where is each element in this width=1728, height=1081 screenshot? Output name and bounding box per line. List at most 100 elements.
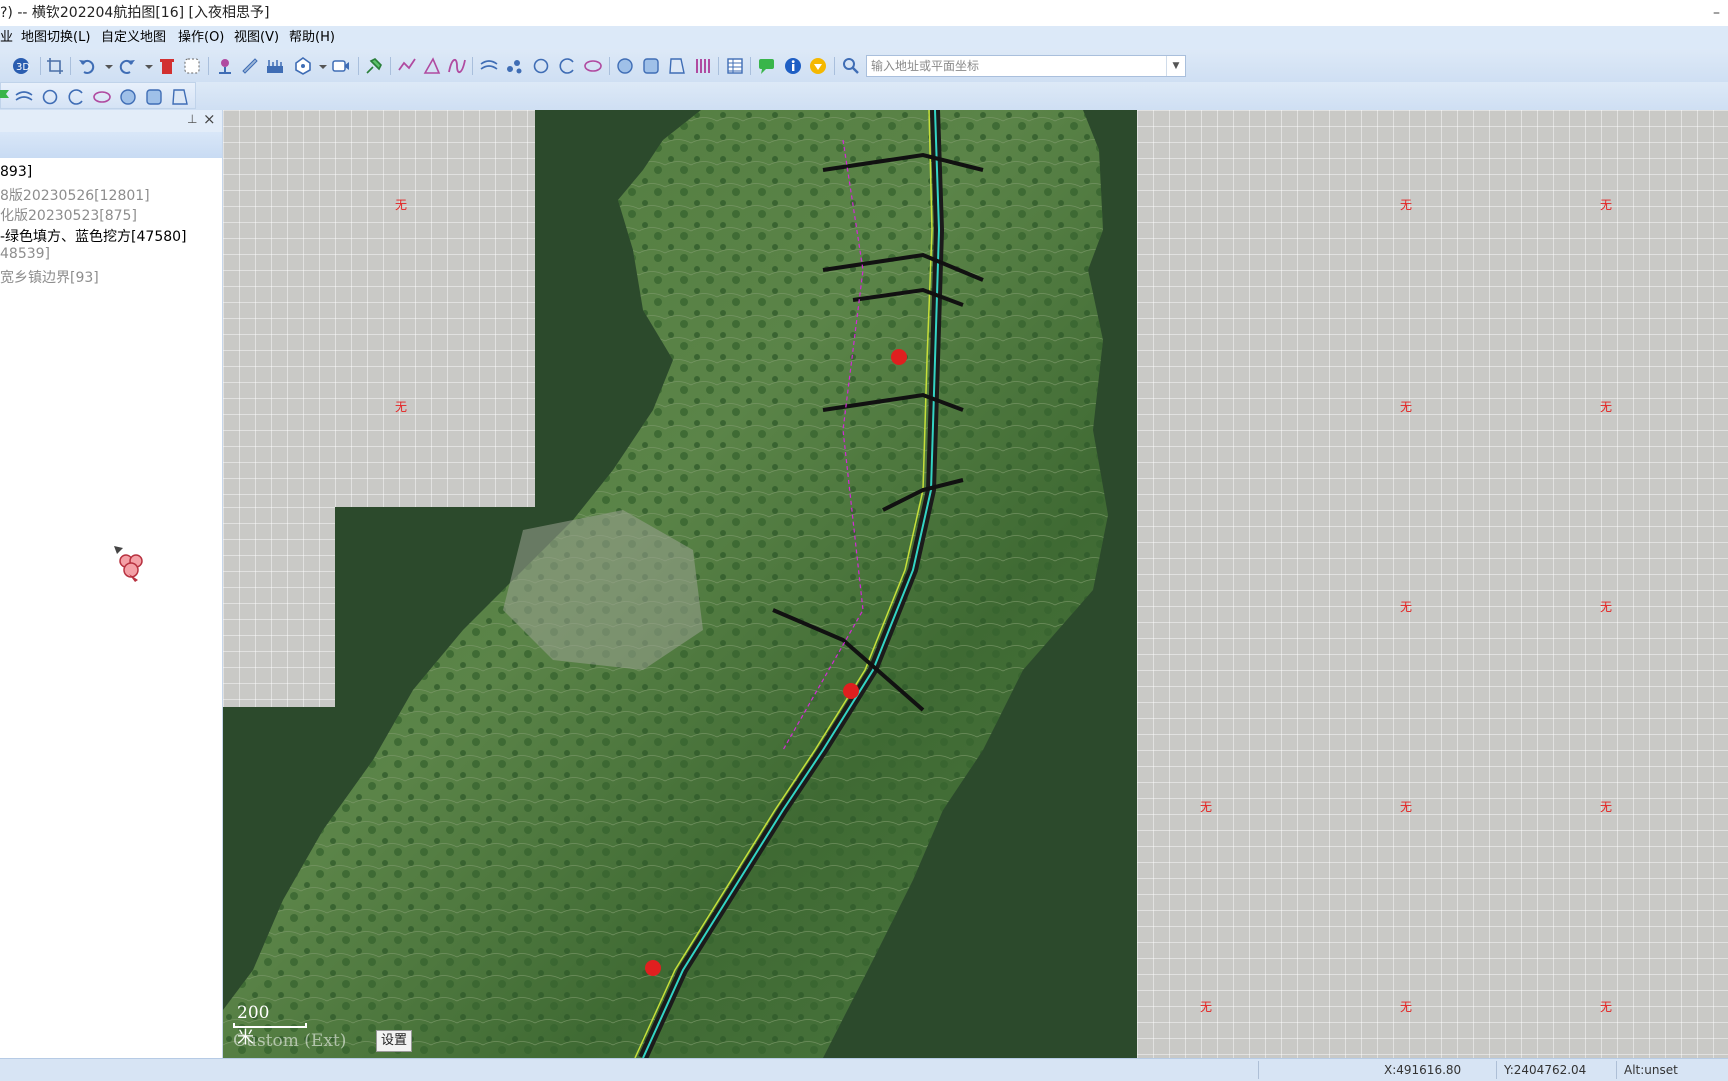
dropdown-arrow-icon[interactable] xyxy=(140,57,158,75)
search-placeholder: 输入地址或平面坐标 xyxy=(871,59,980,73)
settings-button[interactable]: 设置 xyxy=(376,1030,412,1052)
status-altitude: Alt:unset xyxy=(1624,1063,1678,1077)
curve-icon[interactable] xyxy=(448,57,466,75)
delete-icon[interactable] xyxy=(158,57,176,75)
camera-icon[interactable] xyxy=(332,57,350,75)
ruler-icon[interactable] xyxy=(241,57,259,75)
drawing-toolbar xyxy=(0,82,1728,110)
circle-icon[interactable] xyxy=(532,57,550,75)
status-divider xyxy=(1616,1061,1617,1079)
polygon-icon[interactable] xyxy=(294,57,312,75)
no-data-label: 无 xyxy=(1400,400,1413,414)
toolbar-separator xyxy=(390,57,391,75)
toolbar-separator xyxy=(609,57,610,75)
no-data-label: 无 xyxy=(1400,198,1413,212)
layer-item[interactable]: 48539] xyxy=(0,246,50,262)
no-data-tile-area-right: 无 无 无 无 无 无 无 无 无 无 无 无 xyxy=(1137,110,1728,1058)
points-icon[interactable] xyxy=(505,57,523,75)
map-canvas[interactable]: 无 无 200米 Custom (Ext) 设置 xyxy=(223,110,1137,1058)
no-data-label: 无 xyxy=(1400,600,1413,614)
toolbar-separator xyxy=(750,57,751,75)
measure-icon[interactable] xyxy=(266,57,284,75)
toolbar-separator xyxy=(358,57,359,75)
select-icon[interactable] xyxy=(183,57,201,75)
layer-item[interactable]: -绿色填方、蓝色挖方[47580] xyxy=(0,226,187,246)
status-y-coordinate: Y:2404762.04 xyxy=(1504,1063,1587,1077)
menu-bar: 业 地图切换(L) 自定义地图 操作(O) 视图(V) 帮助(H) xyxy=(0,26,1728,49)
no-data-label: 无 xyxy=(1600,1000,1613,1014)
flag-icon[interactable] xyxy=(0,88,11,106)
marker-icon[interactable] xyxy=(365,57,383,75)
menu-item-map-switch[interactable]: 地图切换(L) xyxy=(21,26,90,49)
minimize-button[interactable]: – xyxy=(1713,0,1720,26)
location-pin[interactable] xyxy=(891,349,907,365)
layer-panel: ⊥ × 893] 8版20230526[12801] 化版20230523[87… xyxy=(0,110,223,1058)
crop-icon[interactable] xyxy=(46,57,64,75)
layer-panel-toolbar xyxy=(0,132,222,158)
title-bar: ?) -- 横钦202204航拍图[16] [入夜相思予] – xyxy=(0,0,1728,27)
menu-item-custom-map[interactable]: 自定义地图 xyxy=(101,26,166,49)
pin-icon[interactable] xyxy=(216,57,234,75)
arc-icon[interactable] xyxy=(480,57,498,75)
layer-item[interactable]: 8版20230526[12801] xyxy=(0,185,150,205)
undo-icon[interactable] xyxy=(78,57,96,75)
location-pin[interactable] xyxy=(843,683,859,699)
pin-icon[interactable]: ⊥ xyxy=(187,112,197,126)
menu-item-help[interactable]: 帮助(H) xyxy=(289,26,335,49)
ellipse-icon[interactable] xyxy=(584,57,602,75)
no-data-label: 无 xyxy=(1600,800,1613,814)
svg-text:3D: 3D xyxy=(16,62,30,73)
status-x-coordinate: X:491616.80 xyxy=(1384,1063,1462,1077)
status-bar: X:491616.80 Y:2404762.04 Alt:unset xyxy=(0,1058,1728,1081)
toolbar-separator xyxy=(208,57,209,75)
no-data-label: 无 xyxy=(1600,600,1613,614)
toolbar-separator xyxy=(834,57,835,75)
toolbar-separator xyxy=(40,57,41,75)
projection-label: Custom (Ext) xyxy=(233,1031,347,1051)
layer-item[interactable]: 893] xyxy=(0,164,32,180)
arc2-icon[interactable] xyxy=(558,57,576,75)
shape-icon[interactable] xyxy=(171,88,189,106)
diamond-icon[interactable] xyxy=(809,57,827,75)
angle-icon[interactable] xyxy=(423,57,441,75)
menu-item-view[interactable]: 视图(V) xyxy=(234,26,279,49)
layer-item[interactable]: 宽乡镇边界[93] xyxy=(0,267,99,287)
status-divider xyxy=(1496,1061,1497,1079)
layer-panel-header: ⊥ × xyxy=(0,110,222,132)
table-icon[interactable] xyxy=(726,57,744,75)
layer-item[interactable]: 化版20230523[875] xyxy=(0,205,137,225)
menu-item-operation[interactable]: 操作(O) xyxy=(178,26,224,49)
location-pin[interactable] xyxy=(645,960,661,976)
search-dropdown-button[interactable]: ▼ xyxy=(1166,56,1185,76)
dropdown-arrow-icon[interactable] xyxy=(314,57,332,75)
redo-icon[interactable] xyxy=(118,57,136,75)
dropdown-arrow-icon[interactable] xyxy=(100,57,118,75)
arc-icon[interactable] xyxy=(15,88,33,106)
layers-icon[interactable]: 3D xyxy=(12,57,30,75)
search-icon[interactable] xyxy=(842,57,860,75)
shape-icon[interactable] xyxy=(668,57,686,75)
toolbar-separator xyxy=(70,57,71,75)
aerial-imagery xyxy=(223,110,1108,1058)
menu-item-work[interactable]: 业 xyxy=(0,26,13,49)
status-divider xyxy=(1258,1061,1259,1079)
main-toolbar: 3D xyxy=(0,49,1728,82)
chat-icon[interactable] xyxy=(758,57,776,75)
bars-icon[interactable] xyxy=(694,57,712,75)
no-data-label: 无 xyxy=(1600,400,1613,414)
rectangle-icon[interactable] xyxy=(145,88,163,106)
circle2-icon[interactable] xyxy=(616,57,634,75)
circle-icon[interactable] xyxy=(41,88,59,106)
circle2-icon[interactable] xyxy=(119,88,137,106)
info-icon[interactable] xyxy=(784,57,802,75)
close-icon[interactable]: × xyxy=(203,110,216,128)
no-data-label: 无 xyxy=(1200,800,1213,814)
arc2-icon[interactable] xyxy=(67,88,85,106)
toolbar-separator xyxy=(472,57,473,75)
ellipse-icon[interactable] xyxy=(93,88,111,106)
no-data-label: 无 xyxy=(1400,800,1413,814)
address-search-input[interactable]: 输入地址或平面坐标 ▼ xyxy=(866,55,1186,77)
polyline-icon[interactable] xyxy=(398,57,416,75)
no-data-label: 无 xyxy=(1600,198,1613,212)
rectangle-icon[interactable] xyxy=(642,57,660,75)
